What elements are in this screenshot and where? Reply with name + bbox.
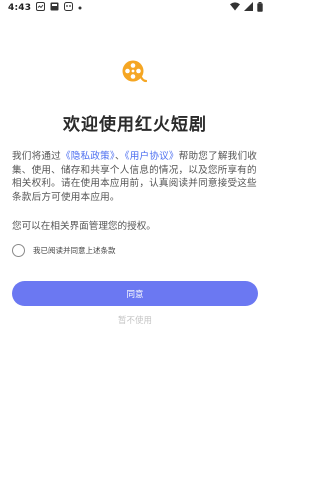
status-time: 4:43 (8, 3, 32, 13)
app-icon (64, 2, 74, 14)
para-prefix: 我们将通过 (12, 151, 61, 162)
agree-checkbox-row[interactable]: 我已阅读并同意上述条款 (12, 242, 116, 258)
notification-icon (36, 2, 46, 14)
battery-icon (257, 1, 263, 15)
para-separator: 、 (114, 151, 125, 162)
status-bar: 4:43 (0, 0, 270, 16)
privacy-consent-screen: 4:43 欢迎使用红火短剧 我们将通过《隐私政策》、《用户协议》帮助您了解我们收… (0, 0, 270, 479)
agree-button[interactable]: 同意 (12, 281, 258, 306)
privacy-policy-link[interactable]: 《隐私政策》 (61, 151, 115, 162)
user-agreement-link[interactable]: 《用户协议》 (125, 151, 179, 162)
signal-icon (244, 2, 253, 14)
dialog-title: 欢迎使用红火短剧 (63, 115, 207, 135)
authorization-note: 您可以在相关界面管理您的授权。 (12, 221, 156, 232)
dot-icon (78, 3, 82, 13)
refuse-button[interactable]: 暂不使用 (0, 314, 270, 326)
wifi-icon (230, 2, 240, 14)
film-reel-logo (121, 59, 148, 85)
sim-icon (50, 2, 59, 14)
status-bar-right (230, 1, 263, 15)
agree-radio[interactable] (12, 243, 25, 257)
agree-checkbox-label[interactable]: 我已阅读并同意上述条款 (33, 245, 116, 256)
consent-paragraph: 我们将通过《隐私政策》、《用户协议》帮助您了解我们收集、使用、储存和共享个人信息… (12, 150, 260, 204)
status-bar-left: 4:43 (8, 2, 82, 14)
